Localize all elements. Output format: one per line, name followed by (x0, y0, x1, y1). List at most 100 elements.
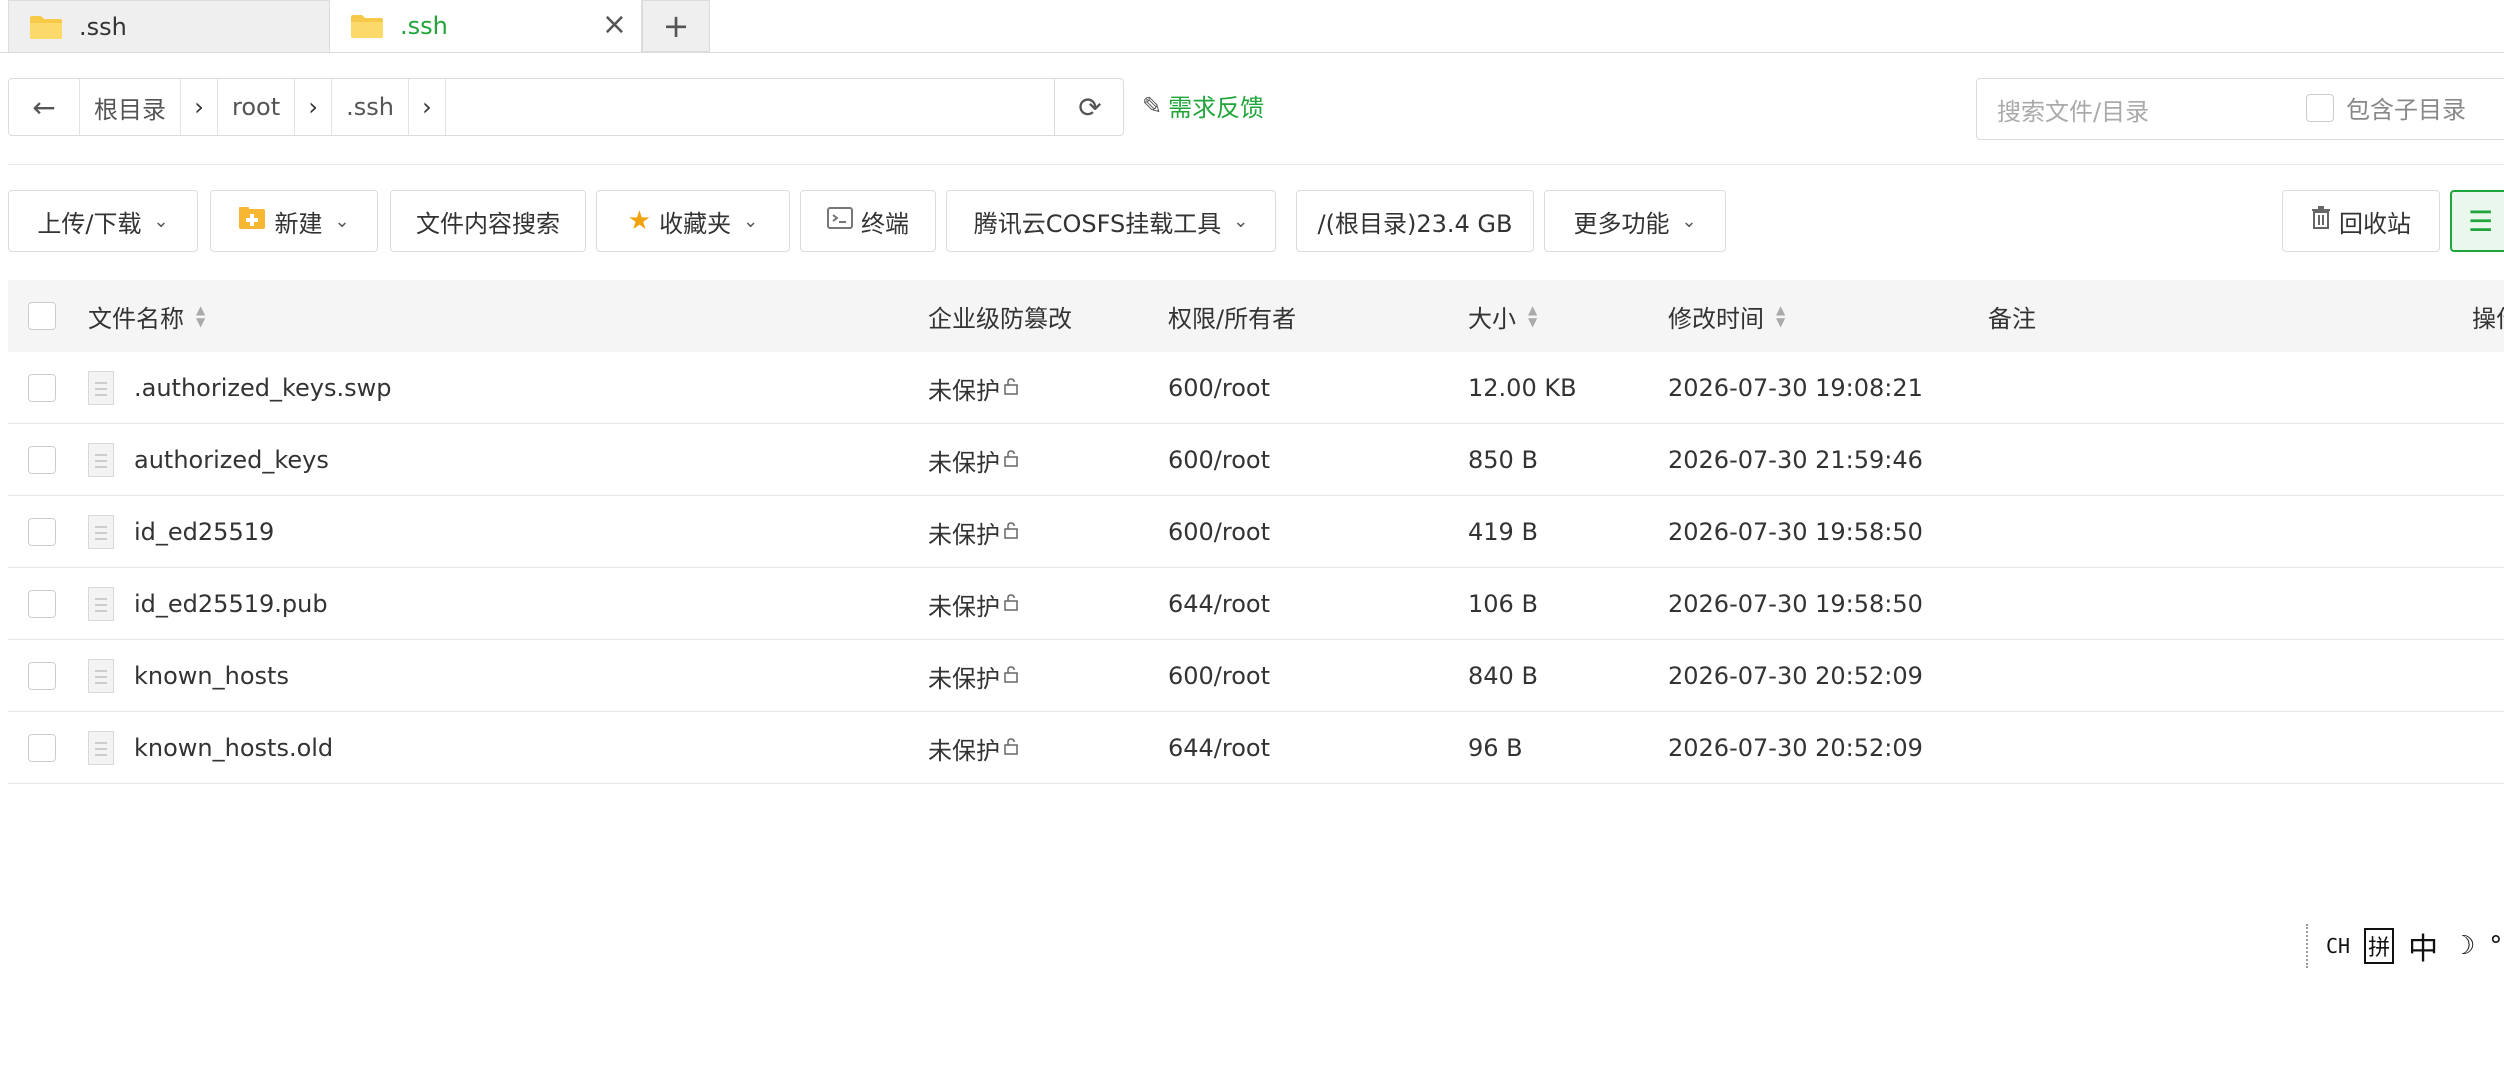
unlock-icon[interactable] (1002, 449, 1020, 472)
sort-icon[interactable]: ▲ ▼ (1776, 304, 1785, 328)
terminal-icon (827, 207, 853, 235)
cell-name-text: authorized_keys (134, 446, 329, 474)
feedback-link[interactable]: ✎ 需求反馈 (1142, 88, 1264, 123)
cell-protect-text: 未保护 (928, 736, 1000, 765)
chevron-right-icon[interactable]: › (407, 79, 446, 135)
row-checkbox[interactable] (28, 568, 56, 640)
terminal-button[interactable]: 终端 (800, 190, 936, 252)
cell-mtime: 2026-07-30 19:08:21 (1668, 352, 1923, 424)
cell-size: 96 B (1468, 712, 1523, 784)
new-label: 新建 (274, 209, 323, 238)
more-functions-button[interactable]: 更多功能 ⌄ (1544, 190, 1726, 252)
select-all-checkbox[interactable] (28, 280, 56, 352)
terminal-label: 终端 (861, 209, 909, 238)
col-protect-header: 企业级防篡改 (928, 304, 1072, 333)
include-subdir-label: 包含子目录 (2346, 96, 2466, 124)
col-note-header: 备注 (1988, 304, 2036, 333)
content-search-button[interactable]: 文件内容搜索 (390, 190, 586, 252)
unlock-icon[interactable] (1002, 521, 1020, 544)
cell-name[interactable]: authorized_keys (88, 424, 329, 496)
punctuation-icon[interactable]: ° (2489, 931, 2502, 961)
back-arrow-icon[interactable]: ← (9, 79, 80, 135)
cell-perm-text: 600/root (1168, 518, 1271, 546)
cell-size: 850 B (1468, 424, 1538, 496)
recycle-bin-button[interactable]: 回收站 (2282, 190, 2440, 252)
cell-size-text: 12.00 KB (1468, 374, 1577, 402)
file-icon (88, 515, 114, 549)
tab-ssh-1[interactable]: .ssh (8, 0, 330, 52)
cell-name[interactable]: known_hosts (88, 640, 289, 712)
row-checkbox[interactable] (28, 424, 56, 496)
sort-icon[interactable]: ▲ ▼ (1528, 304, 1537, 328)
ime-chinese-icon[interactable]: 中 (2408, 924, 2438, 968)
cell-name[interactable]: id_ed25519 (88, 496, 274, 568)
cell-protect: 未保护 (928, 424, 1020, 496)
checkbox[interactable] (2306, 93, 2334, 122)
unlock-icon[interactable] (1002, 377, 1020, 400)
disk-button[interactable]: /(根目录)23.4 GB (1296, 190, 1534, 252)
cell-protect: 未保护 (928, 352, 1020, 424)
cell-name-text: id_ed25519.pub (134, 590, 328, 618)
cell-perm-text: 644/root (1168, 734, 1271, 762)
breadcrumb-ssh[interactable]: .ssh (332, 79, 408, 135)
tab-label: .ssh (79, 12, 127, 41)
unlock-icon[interactable] (1002, 665, 1020, 688)
tab-ssh-2[interactable]: .ssh × (330, 0, 642, 52)
ime-pinyin-icon[interactable]: 拼 (2364, 928, 2395, 964)
chevron-right-icon[interactable]: › (294, 79, 333, 135)
cell-name[interactable]: .authorized_keys.swp (88, 352, 392, 424)
cell-protect: 未保护 (928, 640, 1020, 712)
breadcrumb: ← 根目录 › root › .ssh › (8, 78, 1124, 136)
unlock-icon[interactable] (1002, 593, 1020, 616)
chevron-down-icon: ⌄ (1233, 210, 1249, 232)
cell-mtime-text: 2026-07-30 19:58:50 (1668, 518, 1923, 546)
favorites-button[interactable]: ★ 收藏夹 ⌄ (596, 190, 790, 252)
file-icon (88, 659, 114, 693)
col-name-header[interactable]: 文件名称 ▲ ▼ (88, 280, 205, 352)
cell-size-text: 840 B (1468, 662, 1538, 690)
trash-icon (2311, 206, 2331, 236)
cell-size: 12.00 KB (1468, 352, 1577, 424)
cell-mtime: 2026-07-30 19:58:50 (1668, 568, 1923, 640)
col-size-header[interactable]: 大小 ▲ ▼ (1468, 280, 1537, 352)
sort-icon[interactable]: ▲ ▼ (196, 304, 205, 328)
upload-download-button[interactable]: 上传/下载 ⌄ (8, 190, 198, 252)
ime-toolbar: CH 拼 中 ☽ ° (2306, 924, 2504, 968)
cell-name[interactable]: id_ed25519.pub (88, 568, 328, 640)
row-checkbox[interactable] (28, 496, 56, 568)
row-checkbox[interactable] (28, 640, 56, 712)
include-subdir-checkbox[interactable]: 包含子目录 (2306, 90, 2466, 125)
ime-mode-label[interactable]: CH (2326, 934, 2350, 958)
chevron-down-icon: ⌄ (1681, 210, 1697, 232)
cell-perm: 600/root (1168, 424, 1270, 496)
cell-protect: 未保护 (928, 496, 1020, 568)
refresh-icon[interactable]: ⟳ (1054, 78, 1125, 136)
new-tab-button[interactable]: + (642, 0, 710, 52)
cell-perm-text: 600/root (1168, 662, 1271, 690)
breadcrumb-root[interactable]: root (218, 79, 294, 135)
cell-mtime: 2026-07-30 19:58:50 (1668, 496, 1923, 568)
breadcrumb-root-dir[interactable]: 根目录 (80, 79, 180, 135)
new-button[interactable]: 新建 ⌄ (210, 190, 378, 252)
close-icon[interactable]: × (602, 10, 627, 40)
cell-name[interactable]: known_hosts.old (88, 712, 333, 784)
unlock-icon[interactable] (1002, 737, 1020, 760)
cell-name-text: .authorized_keys.swp (134, 374, 392, 402)
cell-name-text: known_hosts.old (134, 734, 334, 762)
col-mtime-header[interactable]: 修改时间 ▲ ▼ (1668, 280, 1785, 352)
cell-perm-text: 600/root (1168, 374, 1271, 402)
col-name-label: 文件名称 (88, 304, 184, 333)
cosfs-label: 腾讯云COSFS挂载工具 (973, 209, 1222, 238)
row-checkbox[interactable] (28, 352, 56, 424)
chevron-down-icon: ⌄ (153, 210, 169, 232)
cell-name-text: id_ed25519 (134, 518, 275, 546)
cosfs-button[interactable]: 腾讯云COSFS挂载工具 ⌄ (946, 190, 1276, 252)
cell-mtime: 2026-07-30 21:59:46 (1668, 424, 1923, 496)
moon-icon[interactable]: ☽ (2452, 931, 2475, 961)
chevron-right-icon[interactable]: › (180, 79, 218, 135)
cell-mtime-text: 2026-07-30 20:52:09 (1668, 662, 1923, 690)
cell-mtime-text: 2026-07-30 21:59:46 (1668, 446, 1923, 474)
row-checkbox[interactable] (28, 712, 56, 784)
cell-mtime: 2026-07-30 20:52:09 (1668, 640, 1923, 712)
list-view-icon[interactable]: ☰ (2450, 190, 2504, 252)
